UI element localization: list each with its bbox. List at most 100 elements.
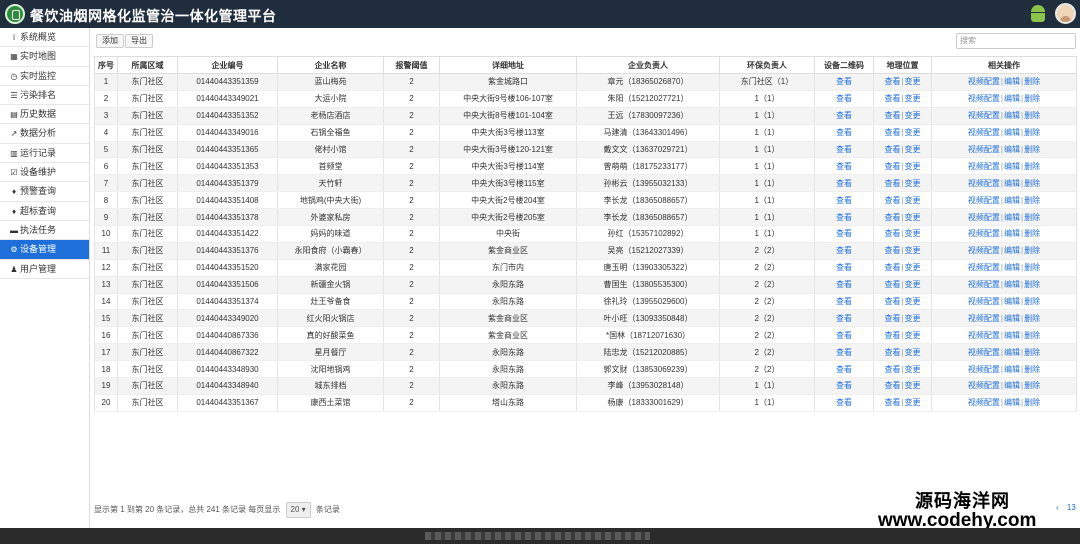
sidebar-item[interactable]: ◷ 实时监控	[0, 67, 89, 86]
row-action-link[interactable]: 视频配置	[968, 145, 1000, 154]
row-action-link[interactable]: 查看	[884, 94, 900, 103]
column-header[interactable]: 企业负责人	[576, 56, 720, 74]
sidebar-item[interactable]: i 系统概览	[0, 28, 89, 48]
row-action-link[interactable]: 删除	[1024, 111, 1040, 120]
row-action-link[interactable]: 编辑	[1004, 196, 1020, 205]
row-action-link[interactable]: 删除	[1024, 162, 1040, 171]
row-action-link[interactable]: 查看	[836, 348, 852, 357]
row-action-link[interactable]: 删除	[1024, 196, 1040, 205]
row-action-link[interactable]: 查看	[884, 398, 900, 407]
row-action-link[interactable]: 删除	[1024, 94, 1040, 103]
row-action-link[interactable]: 变更	[905, 162, 921, 171]
row-action-link[interactable]: 删除	[1024, 348, 1040, 357]
row-action-link[interactable]: 视频配置	[968, 128, 1000, 137]
sidebar-item[interactable]: ♦ 预警查询	[0, 182, 89, 202]
row-action-link[interactable]: 变更	[905, 246, 921, 255]
row-action-link[interactable]: 删除	[1024, 280, 1040, 289]
row-action-link[interactable]: 查看	[836, 111, 852, 120]
column-header[interactable]: 序号	[94, 56, 118, 74]
row-action-link[interactable]: 查看	[884, 280, 900, 289]
row-action-link[interactable]: 查看	[884, 145, 900, 154]
row-action-link[interactable]: 视频配置	[968, 297, 1000, 306]
column-header[interactable]: 详细地址	[439, 56, 577, 74]
row-action-link[interactable]: 查看	[884, 314, 900, 323]
row-action-link[interactable]: 视频配置	[968, 94, 1000, 103]
row-action-link[interactable]: 编辑	[1004, 111, 1020, 120]
column-header[interactable]: 环保负责人	[719, 56, 815, 74]
row-action-link[interactable]: 编辑	[1004, 263, 1020, 272]
row-action-link[interactable]: 编辑	[1004, 229, 1020, 238]
row-action-link[interactable]: 查看	[884, 263, 900, 272]
row-action-link[interactable]: 变更	[905, 128, 921, 137]
row-action-link[interactable]: 查看	[884, 162, 900, 171]
row-action-link[interactable]: 查看	[836, 213, 852, 222]
row-action-link[interactable]: 查看	[836, 263, 852, 272]
row-action-link[interactable]: 查看	[884, 196, 900, 205]
row-action-link[interactable]: 查看	[836, 381, 852, 390]
sidebar-item[interactable]: ▬ 执法任务	[0, 221, 89, 241]
row-action-link[interactable]: 查看	[836, 331, 852, 340]
row-action-link[interactable]: 编辑	[1004, 145, 1020, 154]
row-action-link[interactable]: 编辑	[1004, 365, 1020, 374]
row-action-link[interactable]: 查看	[836, 280, 852, 289]
row-action-link[interactable]: 编辑	[1004, 297, 1020, 306]
row-action-link[interactable]: 编辑	[1004, 246, 1020, 255]
row-action-link[interactable]: 视频配置	[968, 111, 1000, 120]
row-action-link[interactable]: 查看	[884, 213, 900, 222]
row-action-link[interactable]: 视频配置	[968, 331, 1000, 340]
row-action-link[interactable]: 删除	[1024, 263, 1040, 272]
row-action-link[interactable]: 变更	[905, 348, 921, 357]
row-action-link[interactable]: 删除	[1024, 128, 1040, 137]
row-action-link[interactable]: 视频配置	[968, 77, 1000, 86]
row-action-link[interactable]: 编辑	[1004, 280, 1020, 289]
row-action-link[interactable]: 视频配置	[968, 246, 1000, 255]
row-action-link[interactable]: 变更	[905, 314, 921, 323]
row-action-link[interactable]: 变更	[905, 145, 921, 154]
row-action-link[interactable]: 编辑	[1004, 128, 1020, 137]
row-action-link[interactable]: 删除	[1024, 77, 1040, 86]
avatar[interactable]	[1055, 3, 1076, 24]
row-action-link[interactable]: 删除	[1024, 314, 1040, 323]
sidebar-item[interactable]: ▦ 实时地图	[0, 47, 89, 67]
row-action-link[interactable]: 查看	[836, 365, 852, 374]
sidebar-item[interactable]: ⚙ 设备管理	[0, 240, 89, 260]
row-action-link[interactable]: 删除	[1024, 297, 1040, 306]
search-input[interactable]: 搜索	[956, 33, 1076, 49]
row-action-link[interactable]: 查看	[884, 348, 900, 357]
row-action-link[interactable]: 查看	[884, 246, 900, 255]
row-action-link[interactable]: 查看	[836, 77, 852, 86]
row-action-link[interactable]: 查看	[836, 297, 852, 306]
row-action-link[interactable]: 视频配置	[968, 314, 1000, 323]
row-action-link[interactable]: 删除	[1024, 145, 1040, 154]
row-action-link[interactable]: 删除	[1024, 398, 1040, 407]
row-action-link[interactable]: 变更	[905, 381, 921, 390]
row-action-link[interactable]: 变更	[905, 111, 921, 120]
row-action-link[interactable]: 视频配置	[968, 179, 1000, 188]
row-action-link[interactable]: 变更	[905, 196, 921, 205]
row-action-link[interactable]: 变更	[905, 365, 921, 374]
row-action-link[interactable]: 编辑	[1004, 331, 1020, 340]
column-header[interactable]: 报警阈值	[383, 56, 440, 74]
row-action-link[interactable]: 视频配置	[968, 213, 1000, 222]
row-action-link[interactable]: 查看	[836, 94, 852, 103]
row-action-link[interactable]: 变更	[905, 77, 921, 86]
row-action-link[interactable]: 删除	[1024, 365, 1040, 374]
row-action-link[interactable]: 变更	[905, 331, 921, 340]
row-action-link[interactable]: 查看	[884, 365, 900, 374]
column-header[interactable]: 设备二维码	[814, 56, 874, 74]
row-action-link[interactable]: 视频配置	[968, 365, 1000, 374]
row-action-link[interactable]: 变更	[905, 398, 921, 407]
row-action-link[interactable]: 查看	[884, 381, 900, 390]
row-action-link[interactable]: 查看	[836, 196, 852, 205]
sidebar-item[interactable]: ▤ 历史数据	[0, 105, 89, 125]
row-action-link[interactable]: 查看	[884, 128, 900, 137]
row-action-link[interactable]: 查看	[836, 179, 852, 188]
sidebar-item[interactable]: ♦ 超标查询	[0, 202, 89, 221]
row-action-link[interactable]: 编辑	[1004, 162, 1020, 171]
row-action-link[interactable]: 删除	[1024, 179, 1040, 188]
row-action-link[interactable]: 查看	[836, 128, 852, 137]
row-action-link[interactable]: 视频配置	[968, 348, 1000, 357]
row-action-link[interactable]: 变更	[905, 297, 921, 306]
row-action-link[interactable]: 变更	[905, 280, 921, 289]
sidebar-item[interactable]: ↗ 数据分析	[0, 124, 89, 144]
